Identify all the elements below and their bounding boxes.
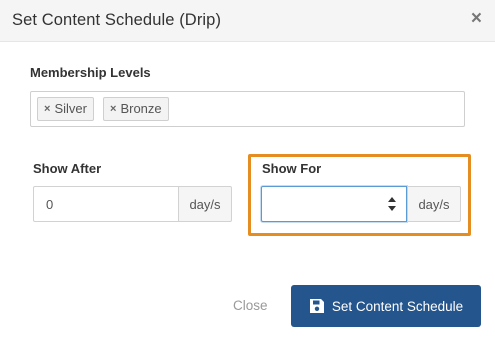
level-chip-bronze: × Bronze xyxy=(103,97,169,121)
membership-levels-select[interactable]: × Silver × Bronze xyxy=(30,91,465,127)
show-for-unit: day/s xyxy=(407,186,461,222)
show-for-label: Show For xyxy=(262,161,322,176)
modal-title: Set Content Schedule (Drip) xyxy=(12,11,222,29)
chip-label: Bronze xyxy=(120,101,162,116)
floppy-disk-icon xyxy=(309,299,324,313)
close-icon[interactable]: × xyxy=(471,9,482,29)
close-button[interactable]: Close xyxy=(233,298,268,313)
remove-chip-icon[interactable]: × xyxy=(110,98,116,120)
set-content-schedule-button[interactable]: Set Content Schedule xyxy=(291,285,481,327)
membership-levels-label: Membership Levels xyxy=(30,65,151,80)
show-after-label: Show After xyxy=(33,161,102,176)
show-after-unit: day/s xyxy=(178,186,232,222)
number-spinner-icon[interactable] xyxy=(387,196,397,212)
remove-chip-icon[interactable]: × xyxy=(44,98,50,120)
show-after-group: day/s xyxy=(33,186,232,222)
modal-header: Set Content Schedule (Drip) × xyxy=(0,0,495,42)
chip-label: Silver xyxy=(54,101,87,116)
show-for-input[interactable] xyxy=(261,186,407,222)
show-after-input[interactable] xyxy=(33,186,178,222)
level-chip-silver: × Silver xyxy=(37,97,94,121)
set-content-schedule-label: Set Content Schedule xyxy=(331,298,464,314)
show-for-group: day/s xyxy=(261,186,461,222)
